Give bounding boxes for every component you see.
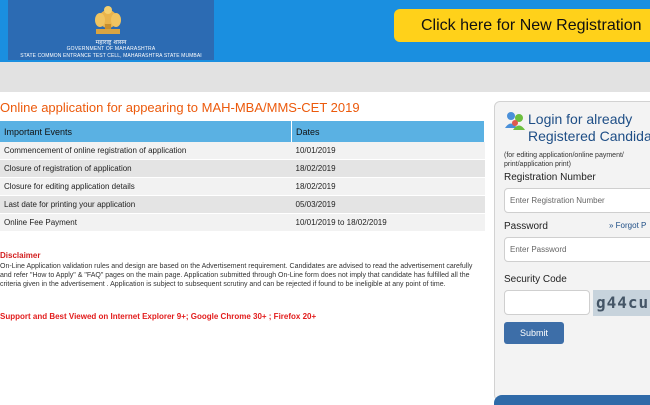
table-row: Last date for printing your application … [0, 195, 485, 214]
disclaimer-heading: Disclaimer [0, 251, 41, 260]
login-note: (for editing application/online payment/… [504, 152, 624, 168]
event-date: 18/02/2019 [291, 159, 485, 178]
table-row: Closure for editing application details … [0, 177, 485, 196]
login-title-line2: Registered Candida [528, 128, 650, 144]
login-panel: Login for already Registered Candida (fo… [494, 101, 650, 401]
event-name: Online Fee Payment [0, 213, 292, 232]
security-code-input[interactable] [504, 290, 590, 315]
event-name: Commencement of online registration of a… [0, 142, 292, 160]
event-date: 10/01/2019 to 18/02/2019 [291, 213, 485, 232]
login-title-line1: Login for already [528, 111, 633, 127]
cet-cell-logo[interactable]: महाराष्ट्र शासन GOVERNMENT OF MAHARASHTR… [8, 0, 214, 60]
logo-line-cet-cell: STATE COMMON ENTRANCE TEST CELL, MAHARAS… [20, 53, 202, 59]
password-input[interactable]: Enter Password [504, 237, 650, 262]
table-row: Commencement of online registration of a… [0, 142, 485, 160]
password-label: Password [504, 221, 548, 232]
browser-support-note: Support and Best Viewed on Internet Expl… [0, 312, 317, 321]
important-events-table: Important Events Dates Commencement of o… [0, 121, 485, 232]
state-emblem-icon [95, 6, 121, 34]
users-icon [505, 112, 525, 130]
new-registration-button[interactable]: Click here for New Registration [394, 9, 650, 42]
logo-marathi-text: महाराष्ट्र शासन [95, 39, 127, 46]
captcha-image: g44cu [593, 290, 650, 316]
event-date: 05/03/2019 [291, 195, 485, 214]
forgot-password-link[interactable]: » Forgot P [609, 221, 646, 230]
header-dates: Dates [291, 121, 485, 142]
registration-number-input[interactable]: Enter Registration Number [504, 188, 650, 213]
page-title: Online application for appearing to MAH-… [0, 100, 360, 115]
nav-bar [0, 62, 650, 92]
event-name: Closure for editing application details [0, 177, 292, 196]
header-events: Important Events [0, 121, 292, 142]
event-name: Closure of registration of application [0, 159, 292, 178]
table-row: Closure of registration of application 1… [0, 159, 485, 178]
table-header-row: Important Events Dates [0, 121, 485, 142]
logo-line-government: GOVERNMENT OF MAHARASHTRA [66, 46, 156, 52]
submit-button[interactable]: Submit [504, 322, 564, 344]
event-name: Last date for printing your application [0, 195, 292, 214]
event-date: 10/01/2019 [291, 142, 485, 160]
table-row: Online Fee Payment 10/01/2019 to 18/02/2… [0, 213, 485, 232]
lower-panel-header [494, 395, 650, 405]
event-date: 18/02/2019 [291, 177, 485, 196]
security-code-label: Security Code [504, 274, 567, 285]
site-header: महाराष्ट्र शासन GOVERNMENT OF MAHARASHTR… [0, 0, 650, 62]
registration-number-label: Registration Number [504, 172, 596, 183]
disclaimer-text: On-Line Application validation rules and… [0, 263, 473, 288]
